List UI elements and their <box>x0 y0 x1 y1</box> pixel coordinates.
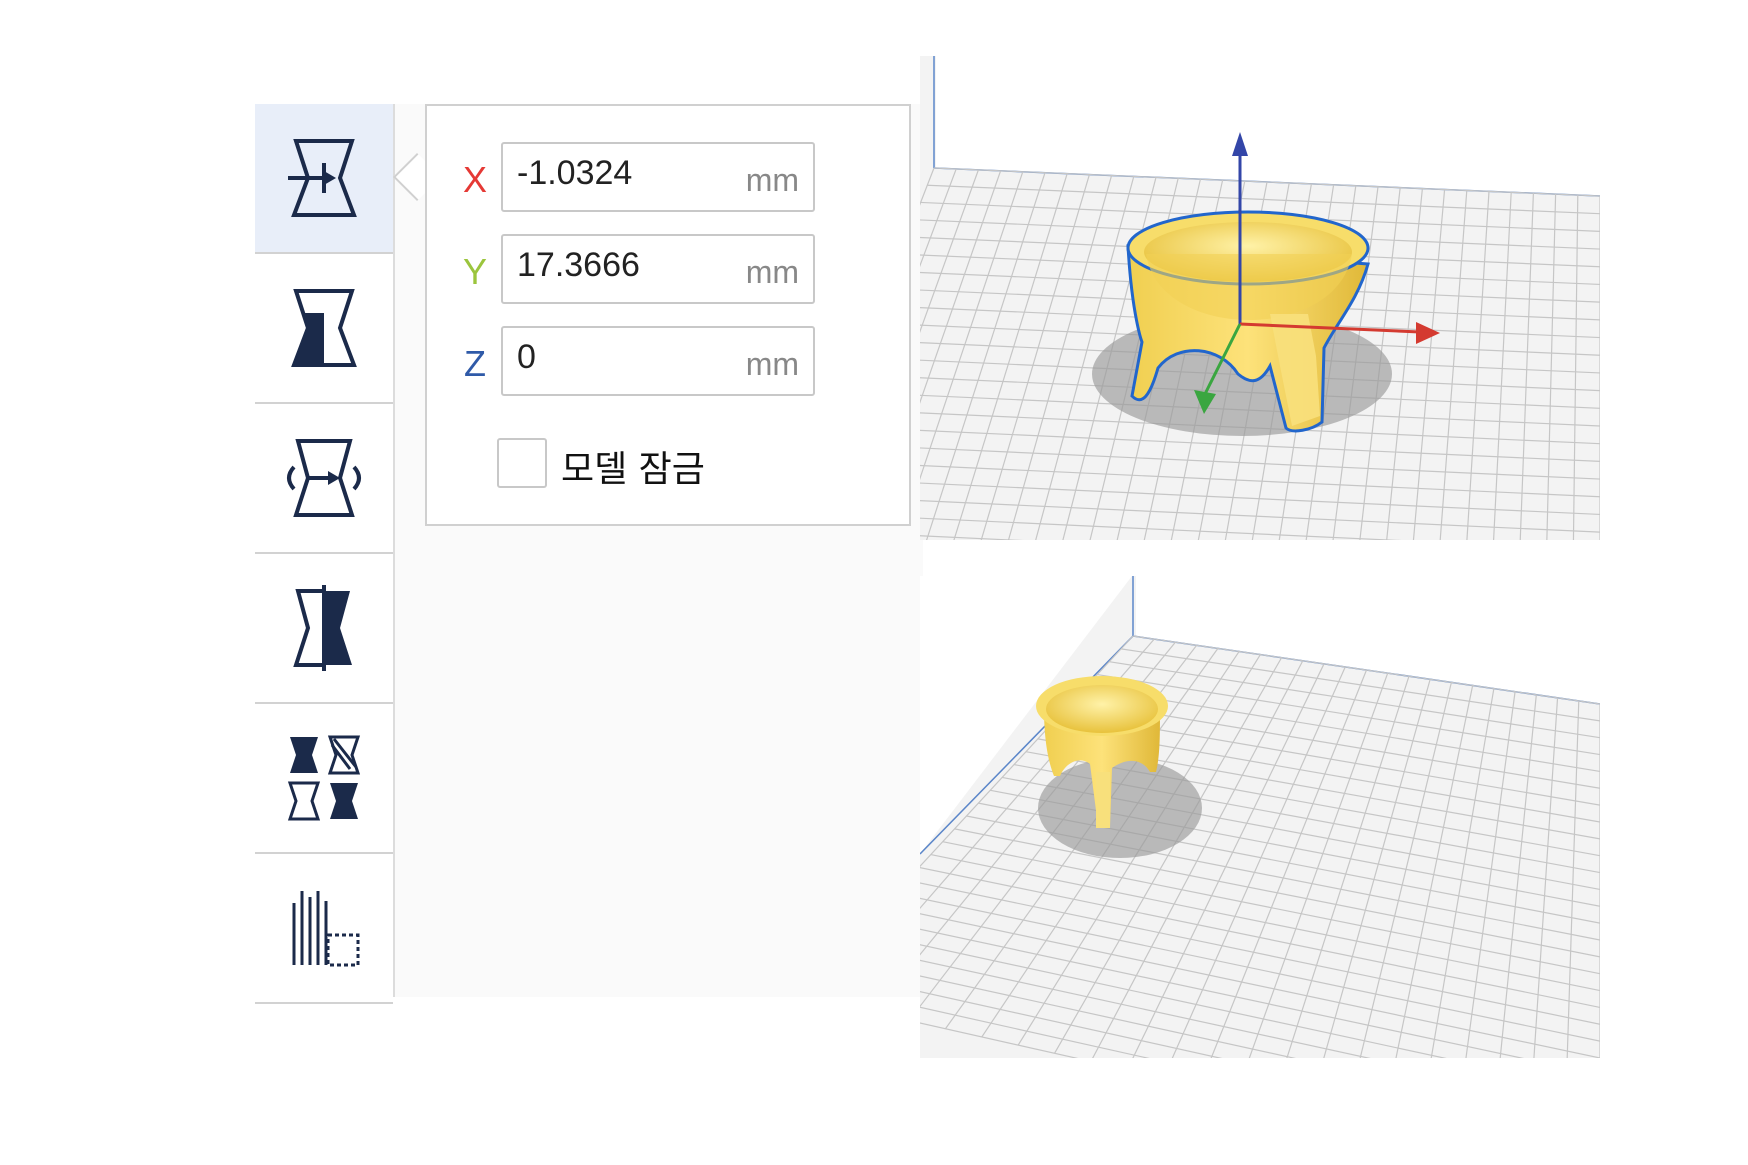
z-axis-arrow[interactable] <box>1232 132 1248 156</box>
z-row: Z 0 mm <box>457 326 897 396</box>
x-row: X -1.0324 mm <box>457 142 897 212</box>
y-position-input[interactable]: 17.3666 mm <box>501 234 815 304</box>
per-model-settings-icon <box>287 735 361 821</box>
tool-toolbar <box>255 104 395 1004</box>
viewport-bottom[interactable] <box>920 576 1600 1058</box>
per-model-settings-tool-button[interactable] <box>255 704 393 854</box>
x-position-input[interactable]: -1.0324 mm <box>501 142 815 212</box>
z-unit: mm <box>745 346 799 382</box>
lock-model-label: 모델 잠금 <box>561 449 705 490</box>
lock-model-checkbox[interactable] <box>497 438 547 488</box>
y-unit: mm <box>745 254 799 290</box>
x-unit: mm <box>745 162 799 198</box>
model-shadow-bottom <box>1038 758 1202 858</box>
viewport-top[interactable] <box>920 56 1600 540</box>
x-value: -1.0324 <box>517 154 633 192</box>
rotate-tool-button[interactable] <box>255 404 393 554</box>
mirror-icon <box>293 585 352 671</box>
z-value: 0 <box>517 338 536 376</box>
move-icon <box>288 139 357 217</box>
y-row: Y 17.3666 mm <box>457 234 897 304</box>
support-blocker-tool-button[interactable] <box>255 854 393 1004</box>
x-axis-label: X <box>462 159 487 200</box>
z-position-input[interactable]: 0 mm <box>501 326 815 396</box>
move-tool-button[interactable] <box>255 104 393 254</box>
mirror-tool-button[interactable] <box>255 554 393 704</box>
y-value: 17.3666 <box>517 246 640 284</box>
rotate-icon <box>287 439 361 517</box>
support-blocker-icon <box>292 891 360 967</box>
scale-tool-button[interactable] <box>255 254 393 404</box>
move-panel: X -1.0324 mm Y 17.3666 mm Z 0 mm 모델 잠금 <box>425 104 911 526</box>
lock-model-row: 모델 잠금 <box>497 434 827 494</box>
z-axis-label: Z <box>464 343 486 384</box>
scale-icon <box>291 289 357 367</box>
y-axis-label: Y <box>462 251 487 292</box>
